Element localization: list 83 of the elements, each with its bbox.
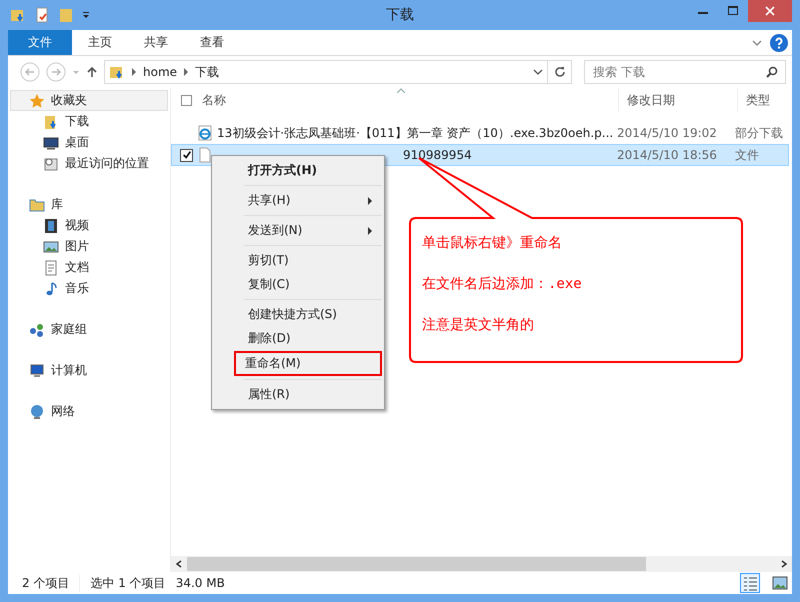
refresh-button[interactable]: [548, 60, 572, 84]
menu-item[interactable]: 创建快捷方式(S): [214, 303, 382, 326]
file-row[interactable]: 13初级会计·张志凤基础班·【011】第一章 资产（10）.exe.3bz0oeh.p... 2014/5/10 19:02 部分下载: [171, 122, 789, 144]
address-field[interactable]: home 下载: [104, 60, 548, 84]
folder-icon[interactable]: [10, 7, 26, 23]
document-icon: [43, 260, 59, 276]
window-title: 下载: [386, 6, 414, 24]
up-arrow-icon[interactable]: [86, 66, 98, 78]
details-view-button[interactable]: [740, 573, 760, 593]
search-icon[interactable]: [766, 66, 778, 78]
image-icon: [43, 238, 59, 254]
annotation-text: 单击鼠标右键》重命名: [422, 234, 563, 252]
submenu-arrow-icon: [367, 226, 373, 234]
monitor-icon: [43, 134, 59, 150]
file-name: 13初级会计·张志凤基础班·【011】第一章 资产（10）.exe.3bz0oeh.p...: [217, 124, 614, 142]
breadcrumb[interactable]: 下载: [195, 64, 220, 80]
menu-item[interactable]: 发送到(N): [214, 219, 382, 242]
menu-item[interactable]: 复制(C): [214, 273, 382, 296]
scrollbar-thumb[interactable]: [187, 557, 646, 571]
sidebar-item[interactable]: 音乐: [10, 278, 168, 299]
row-checkbox[interactable]: [180, 148, 193, 162]
file-date: 2014/5/10 18:56: [617, 148, 718, 162]
film-icon: [43, 218, 59, 234]
close-button[interactable]: [748, 0, 792, 22]
sidebar-item[interactable]: 家庭组: [10, 319, 168, 340]
file-name: 910989954: [402, 148, 473, 162]
ribbon-tab[interactable]: 共享: [128, 30, 184, 55]
globe-icon: [29, 404, 45, 420]
clock-icon: [43, 156, 59, 172]
ribbon-tab[interactable]: 主页: [72, 30, 128, 55]
maximize-icon: [728, 6, 738, 16]
menu-item[interactable]: 删除(D): [214, 327, 382, 350]
close-icon: [765, 6, 775, 16]
ribbon-tab[interactable]: 查看: [184, 30, 240, 55]
annotation-text: 在文件名后边添加：.exe: [422, 275, 582, 293]
annotation-text: 注意是英文半角的: [422, 316, 535, 334]
sidebar-item[interactable]: 最近访问的位置: [10, 153, 168, 174]
sidebar-item[interactable]: 图片: [10, 236, 168, 257]
column-header[interactable]: 名称: [202, 92, 618, 108]
computer-icon: [29, 362, 45, 378]
file-date: 2014/5/10 19:02: [617, 126, 718, 140]
breadcrumb-arrow-icon: [131, 68, 137, 76]
selection-count: 选中 1 个项目: [79, 574, 166, 592]
browser-file-icon: [197, 125, 213, 141]
dropdown-icon[interactable]: [533, 67, 543, 77]
sidebar-item[interactable]: 网络: [10, 401, 168, 422]
menu-item[interactable]: 重命名(M): [234, 351, 382, 376]
sidebar-item[interactable]: 视频: [10, 215, 168, 236]
help-icon[interactable]: [770, 34, 788, 52]
breadcrumb[interactable]: home: [143, 65, 178, 79]
select-all-checkbox[interactable]: [181, 94, 192, 106]
sidebar-item[interactable]: 收藏夹: [10, 90, 168, 111]
ribbon-tab[interactable]: 文件: [8, 30, 72, 55]
menu-item[interactable]: 剪切(T): [214, 249, 382, 272]
sidebar-item[interactable]: 库: [10, 194, 168, 215]
sidebar-item[interactable]: 文档: [10, 257, 168, 278]
file-icon: [197, 147, 213, 163]
search-field[interactable]: 搜索 下载: [584, 60, 786, 84]
column-header[interactable]: 类型: [737, 88, 770, 112]
column-header[interactable]: 修改日期: [618, 88, 737, 112]
breadcrumb-arrow-icon: [183, 68, 190, 76]
menu-item[interactable]: 共享(H): [214, 189, 382, 212]
scroll-right-icon[interactable]: [780, 560, 788, 568]
document-icon[interactable]: [34, 7, 50, 23]
scroll-left-icon[interactable]: [175, 560, 183, 568]
sidebar-item[interactable]: 桌面: [10, 132, 168, 153]
sidebar-item[interactable]: 计算机: [10, 360, 168, 381]
file-type: 文件: [735, 146, 759, 164]
folder-icon: [29, 196, 45, 212]
item-count: 2 个项目: [22, 574, 70, 592]
star-icon: [29, 92, 45, 108]
folder-icon: [109, 64, 125, 80]
sidebar-item[interactable]: 下载: [10, 111, 168, 132]
menu-item[interactable]: 属性(R): [214, 383, 382, 406]
refresh-icon: [554, 66, 566, 78]
image-icon: [772, 575, 788, 591]
chevron-icon[interactable]: [752, 38, 762, 48]
selection-size: 34.0 MB: [176, 576, 225, 590]
dropdown-icon[interactable]: [82, 11, 90, 19]
submenu-arrow-icon: [367, 196, 373, 204]
list-icon: [742, 575, 758, 591]
homegroup-icon: [29, 322, 45, 338]
file-type: 部分下载: [735, 124, 783, 142]
